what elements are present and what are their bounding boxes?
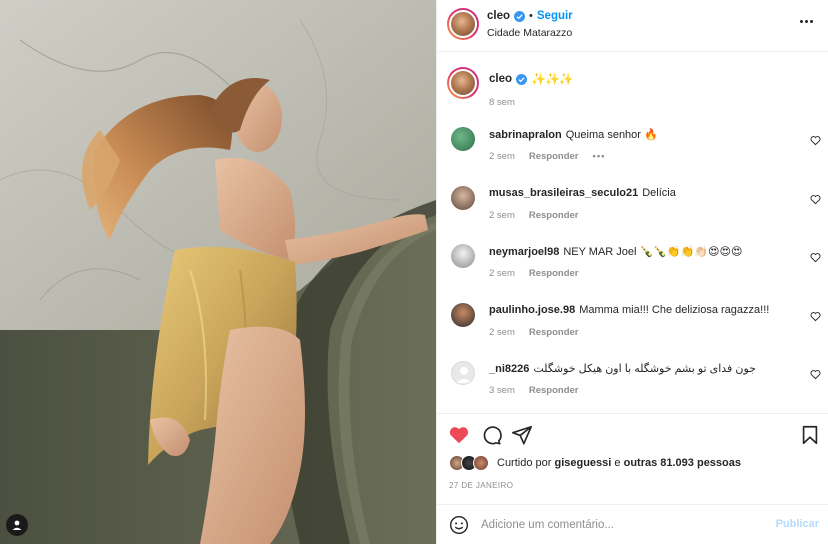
comment-text-row: _ni8226 جون فدای تو بشم خوشگله با اون هیک… [489, 362, 756, 375]
commenter-username[interactable]: paulinho.jose.98 [489, 304, 575, 316]
commenter-avatar[interactable] [451, 185, 475, 210]
comment-time[interactable]: 2 sem [489, 327, 515, 338]
comment-text: جون فدای تو بشم خوشگله با اون هیکل خوشگل… [533, 363, 756, 375]
likes-count[interactable]: outras 81.093 pessoas [624, 457, 741, 469]
bookmark-icon[interactable] [799, 424, 821, 446]
likes-summary: Curtido por giseguessi e outras 81.093 p… [449, 455, 741, 471]
post-date[interactable]: 27 DE JANEIRO [449, 481, 513, 490]
verified-badge-icon [516, 73, 528, 85]
more-options-icon[interactable] [800, 16, 816, 26]
heart-icon[interactable] [810, 369, 821, 380]
comment-text: NEY MAR Joel 🍾🍾👏👏👏🏻😍😍😍 [563, 246, 743, 258]
publish-button[interactable]: Publicar [776, 518, 819, 530]
post-details-panel: cleo • Seguir Cidade Matarazzo cleo ✨✨✨ … [436, 0, 828, 544]
reply-button[interactable]: Responder [529, 210, 579, 221]
comment-meta: 3 sem Responder [489, 385, 579, 396]
reply-button[interactable]: Responder [529, 268, 579, 279]
comment-text: Mamma mia!!! Che deliziosa ragazza!!! [579, 303, 770, 316]
commenter-username[interactable]: _ni8226 [489, 363, 529, 375]
caption: cleo ✨✨✨ 8 sem [437, 53, 828, 115]
comment-text-row: musas_brasileiras_seculo21 Delícia [489, 187, 676, 199]
emoji-icon[interactable] [449, 515, 469, 535]
caption-avatar[interactable] [447, 67, 479, 99]
verified-badge-icon [514, 10, 526, 22]
separator-dot: • [529, 10, 533, 22]
likes-text: Curtido por giseguessi e outras 81.093 p… [497, 457, 741, 469]
follow-button[interactable]: Seguir [537, 10, 573, 22]
caption-time[interactable]: 8 sem [489, 97, 515, 108]
comment-item: musas_brasileiras_seculo21 Delícia 2 sem … [437, 174, 828, 233]
comment-more-icon[interactable]: ••• [593, 151, 606, 162]
commenter-avatar[interactable] [451, 361, 475, 385]
comment-icon[interactable] [480, 424, 502, 446]
liker-avatar[interactable] [473, 455, 489, 471]
liker-username[interactable]: giseguessi [554, 457, 611, 469]
comment-text: Delícia [642, 186, 676, 199]
caption-text: ✨✨✨ [531, 72, 574, 86]
share-icon[interactable] [511, 424, 533, 446]
commenter-avatar[interactable] [451, 127, 475, 151]
comment-time[interactable]: 2 sem [489, 268, 515, 279]
comment-item: _ni8226 جون فدای تو بشم خوشگله با اون هیک… [437, 349, 828, 408]
heart-icon[interactable] [810, 194, 821, 205]
likes-conjunction: e [614, 457, 621, 469]
comments-list[interactable]: cleo ✨✨✨ 8 sem sabrinapralon Queima senho… [437, 53, 828, 413]
comment-time[interactable]: 2 sem [489, 210, 515, 221]
comment-text-row: sabrinapralon Queima senhor 🔥 [489, 128, 658, 141]
commenter-username[interactable]: sabrinapralon [489, 129, 562, 141]
comment-time[interactable]: 3 sem [489, 385, 515, 396]
caption-username[interactable]: cleo [489, 73, 512, 85]
comment-time[interactable]: 2 sem [489, 151, 515, 162]
comment-item: paulinho.jose.98 Mamma mia!!! Che delizio… [437, 291, 828, 350]
author-username[interactable]: cleo [487, 10, 510, 22]
comment-meta: 2 sem Responder ••• [489, 151, 605, 162]
comment-meta: 2 sem Responder [489, 268, 579, 279]
author-avatar[interactable] [447, 8, 479, 40]
add-comment-bar: Publicar [437, 504, 828, 544]
commenter-username[interactable]: neymarjoel98 [489, 246, 559, 258]
comment-text: Queima senhor 🔥 [565, 129, 658, 141]
comment-text-row: paulinho.jose.98 Mamma mia!!! Che delizio… [489, 304, 769, 316]
likes-prefix: Curtido por [497, 457, 552, 469]
comment-text-row: neymarjoel98 NEY MAR Joel 🍾🍾👏👏👏🏻😍😍😍 [489, 245, 742, 258]
heart-icon[interactable] [810, 311, 821, 322]
comment-item: sabrinapralon Queima senhor 🔥 2 sem Respo… [437, 115, 828, 174]
reply-button[interactable]: Responder [529, 327, 579, 338]
reply-button[interactable]: Responder [529, 385, 579, 396]
reply-button[interactable]: Responder [529, 151, 579, 162]
comment-meta: 2 sem Responder [489, 210, 579, 221]
comment-item: neymarjoel98 NEY MAR Joel 🍾🍾👏👏👏🏻😍😍😍 2 sem… [437, 232, 828, 291]
user-tag-icon [12, 520, 22, 530]
commenter-avatar[interactable] [451, 244, 475, 268]
liker-avatars [449, 455, 491, 471]
caption-line: cleo ✨✨✨ [489, 72, 574, 86]
author-name-row: cleo • Seguir [487, 10, 573, 22]
commenter-avatar[interactable] [451, 302, 475, 327]
post-header: cleo • Seguir Cidade Matarazzo [437, 0, 828, 52]
heart-icon[interactable] [810, 252, 821, 263]
post-photo[interactable] [0, 0, 436, 544]
post-location[interactable]: Cidade Matarazzo [487, 27, 572, 39]
comment-input[interactable] [481, 515, 761, 535]
commenter-username[interactable]: musas_brasileiras_seculo21 [489, 187, 638, 199]
heart-icon[interactable] [448, 424, 470, 446]
default-avatar-icon [456, 367, 472, 383]
comment-meta: 2 sem Responder [489, 327, 579, 338]
heart-icon[interactable] [810, 135, 821, 146]
user-tag-button[interactable] [6, 514, 28, 536]
post-photo-image [0, 0, 436, 544]
post-actions-bar [437, 413, 828, 453]
